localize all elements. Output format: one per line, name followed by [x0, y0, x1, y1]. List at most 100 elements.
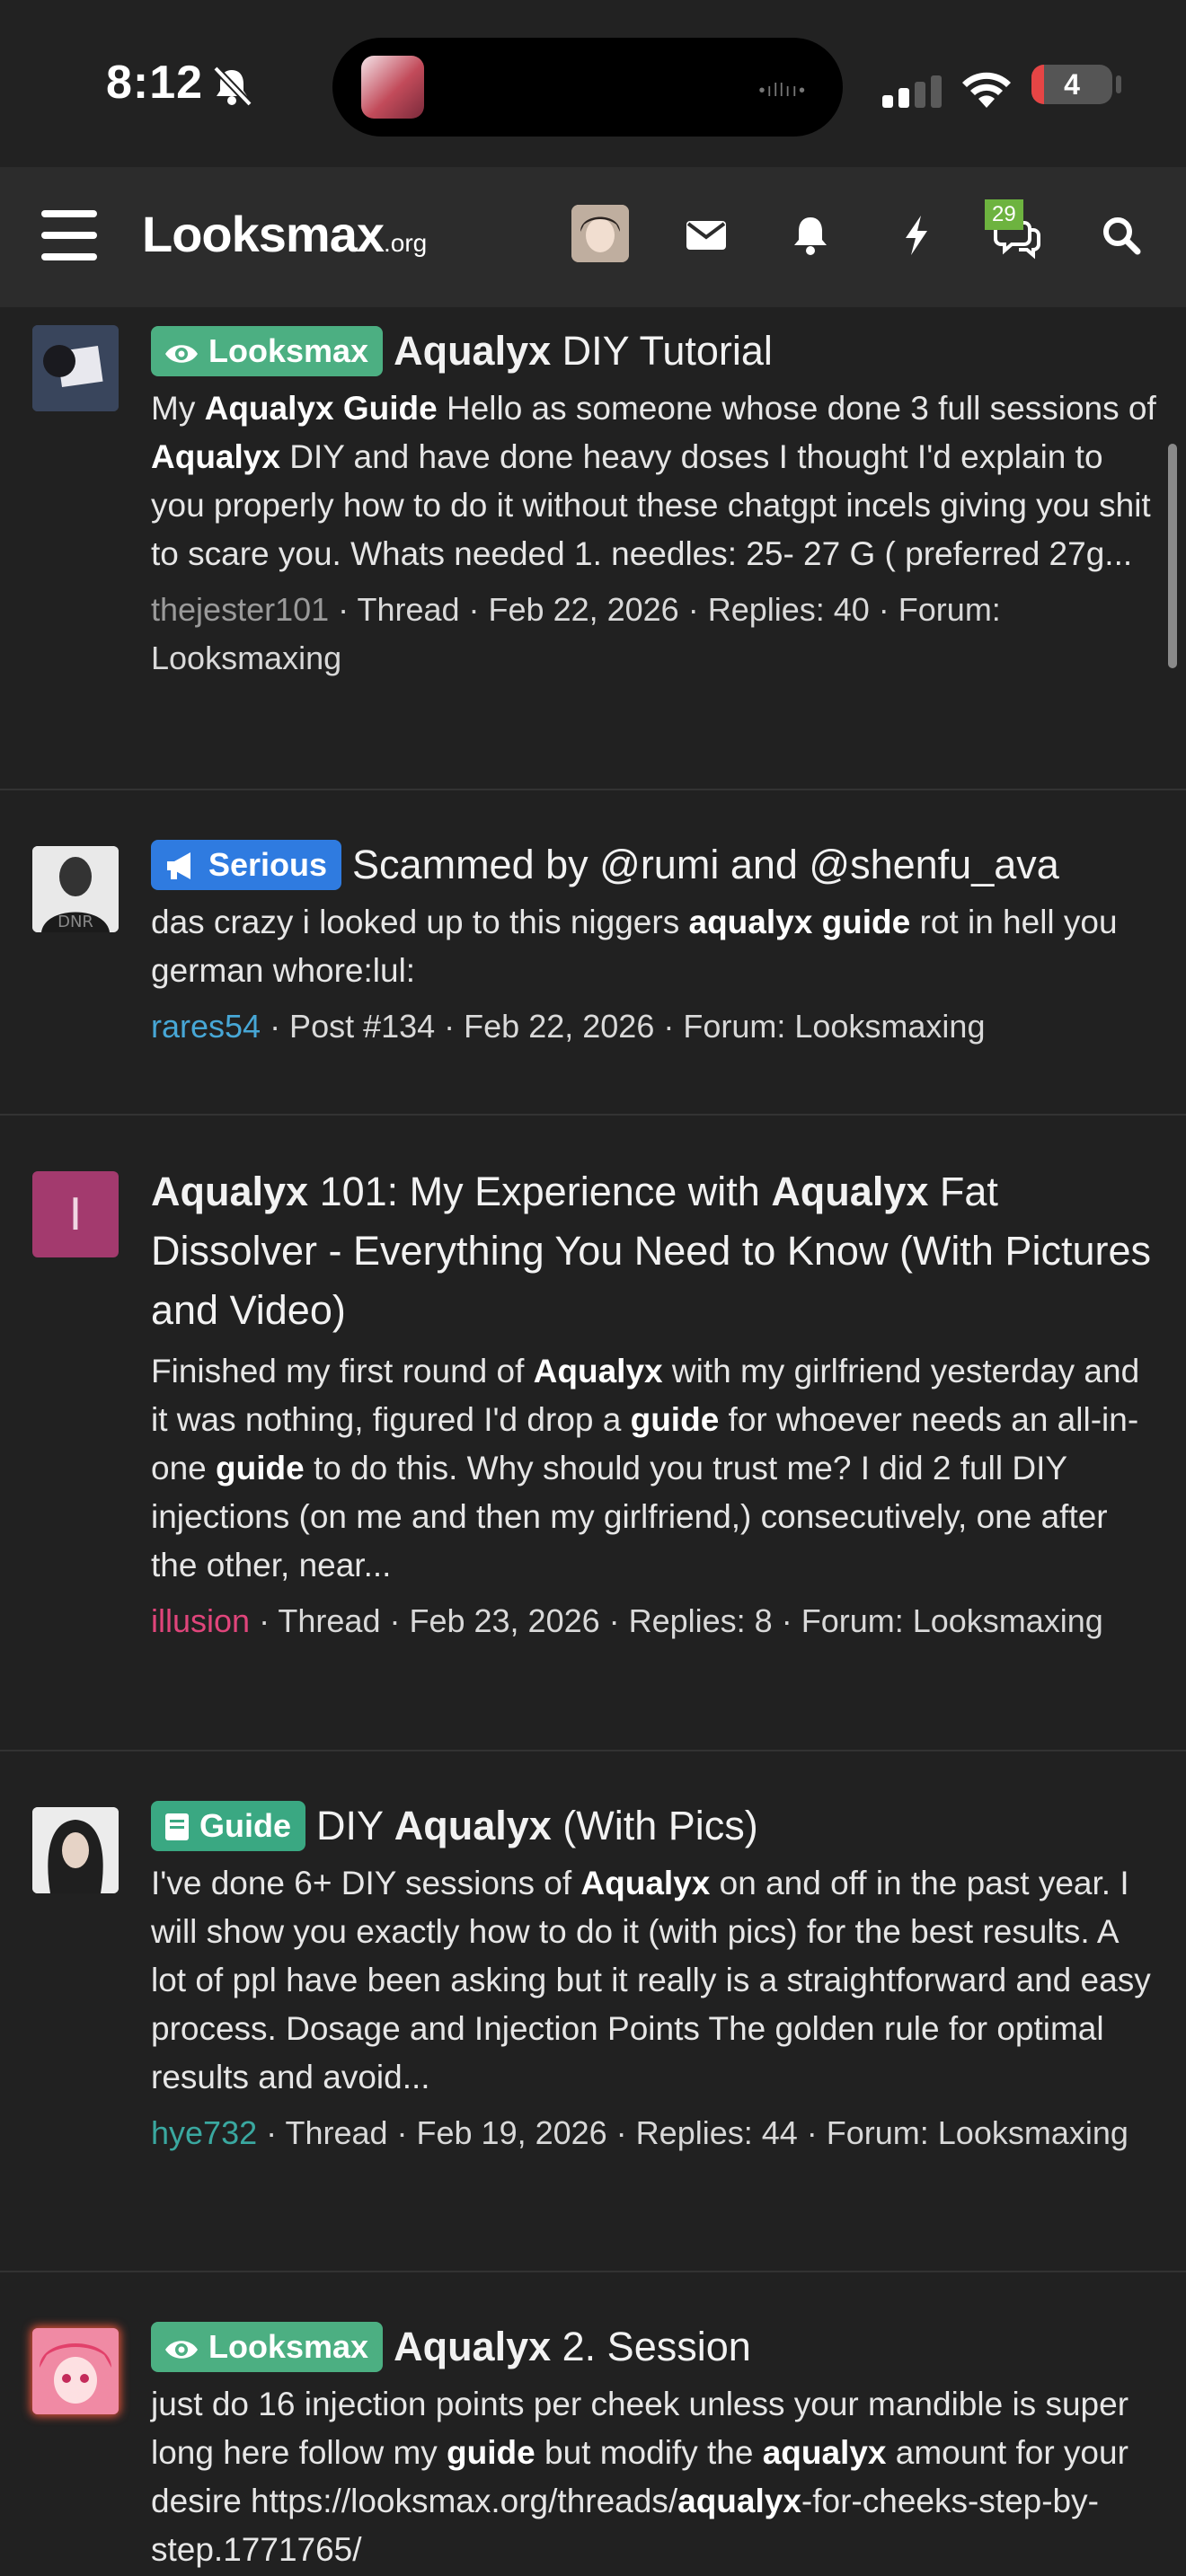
scrollbar[interactable]	[1168, 444, 1177, 668]
avatar-image: DNR	[32, 846, 119, 932]
cellular-signal-icon	[882, 75, 942, 108]
search-result[interactable]: Looksmax Aqualyx 2. Session just do 16 i…	[0, 2271, 1186, 2576]
status-bar: 8:12 •ıllıı• 4	[0, 0, 1186, 167]
result-snippet: Finished my first round of Aqualyx with …	[151, 1347, 1157, 1590]
status-time: 8:12	[106, 57, 204, 109]
user-avatar[interactable]	[571, 205, 629, 262]
title-part: Scammed by @rumi and @shenfu_ava	[352, 842, 1059, 887]
snippet-part: Aqualyx Guide	[204, 390, 438, 427]
title-part: Aqualyx	[394, 1803, 552, 1848]
snippet-part: Aqualyx	[533, 1353, 663, 1389]
snippet-part: guide	[630, 1401, 720, 1438]
title-part: (With Pics)	[551, 1803, 758, 1848]
eye-icon	[165, 345, 198, 363]
thread-title[interactable]: DIY Aqualyx (With Pics)	[316, 1803, 758, 1848]
conversations-badge: 29	[985, 199, 1023, 230]
prefix-label: Guide	[199, 1807, 292, 1844]
snippet-part: Aqualyx	[580, 1865, 711, 1901]
snippet-part: aqualyx	[677, 2483, 801, 2519]
title-part: DIY	[316, 1803, 394, 1848]
meta-details: · Post #134 · Feb 22, 2026 · Forum: Look…	[261, 1008, 986, 1045]
result-snippet: just do 16 injection points per cheek un…	[151, 2380, 1157, 2574]
envelope-icon[interactable]	[681, 210, 731, 260]
result-snippet: My Aqualyx Guide Hello as someone whose …	[151, 384, 1157, 578]
search-result[interactable]: Looksmax Aqualyx DIY Tutorial My Aqualyx…	[0, 307, 1186, 790]
author-link[interactable]: thejester101	[151, 591, 329, 628]
silent-bell-icon	[213, 66, 252, 107]
snippet-part: but modify the	[535, 2434, 763, 2471]
snippet-part: My	[151, 390, 205, 427]
title-part: 2. Session	[551, 2324, 751, 2369]
snippet-part: aqualyx	[762, 2434, 887, 2471]
search-icon[interactable]	[1096, 210, 1146, 260]
snippet-part: Aqualyx	[151, 438, 280, 475]
prefix-looksmax[interactable]: Looksmax	[151, 326, 384, 376]
result-meta: rares54 · Post #134 · Feb 22, 2026 · For…	[151, 1002, 1157, 1051]
author-link[interactable]: illusion	[151, 1602, 250, 1639]
prefix-label: Looksmax	[208, 332, 369, 369]
snippet-part: das crazy i looked up to this niggers	[151, 904, 689, 940]
result-meta: hye732 · Thread · Feb 19, 2026 · Replies…	[151, 2109, 1157, 2157]
author-avatar[interactable]	[32, 2328, 119, 2414]
avatar-letter: I	[68, 1188, 83, 1240]
meta-details: · Thread · Feb 19, 2026 · Replies: 44 · …	[257, 2114, 1128, 2151]
book-icon	[165, 1813, 189, 1840]
lightning-icon[interactable]	[891, 210, 942, 260]
result-meta: thejester101 · Thread · Feb 22, 2026 · R…	[151, 586, 1157, 683]
title-part: Aqualyx	[394, 2324, 552, 2369]
snippet-part: DIY and have done heavy doses I thought …	[151, 438, 1151, 572]
snippet-part: Finished my first round of	[151, 1353, 534, 1389]
result-meta: illusion · Thread · Feb 23, 2026 · Repli…	[151, 1597, 1157, 1645]
site-logo[interactable]: Looksmax.org	[142, 205, 427, 263]
snippet-part: guide	[447, 2434, 535, 2471]
thread-title[interactable]: Scammed by @rumi and @shenfu_ava	[352, 842, 1059, 887]
thread-title[interactable]: Aqualyx 101: My Experience with Aqualyx …	[151, 1169, 1151, 1333]
search-result[interactable]: I Aqualyx 101: My Experience with Aqualy…	[0, 1114, 1186, 1751]
title-part: DIY Tutorial	[551, 328, 773, 374]
snippet-part: guide	[216, 1450, 305, 1486]
search-result[interactable]: Guide DIY Aqualyx (With Pics) I've done …	[0, 1750, 1186, 2272]
search-result[interactable]: DNR Serious Scammed by @rumi and @shenfu…	[0, 789, 1186, 1116]
logo-main: Looksmax	[142, 206, 385, 262]
prefix-guide[interactable]: Guide	[151, 1801, 306, 1851]
author-link[interactable]: hye732	[151, 2114, 257, 2151]
title-part: Aqualyx	[771, 1169, 929, 1214]
prefix-label: Serious	[208, 846, 328, 883]
avatar-image	[32, 2328, 119, 2414]
eye-icon	[165, 2341, 198, 2359]
thread-title[interactable]: Aqualyx 2. Session	[394, 2324, 751, 2369]
hamburger-menu-icon[interactable]	[41, 210, 97, 260]
author-avatar[interactable]	[32, 1807, 119, 1893]
battery-icon: 4	[1031, 65, 1112, 104]
snippet-part: aqualyx guide	[688, 904, 911, 940]
snippet-part: I've done 6+ DIY sessions of	[151, 1865, 581, 1901]
audio-waveform-icon: •ıllıı•	[758, 81, 807, 101]
battery-cap	[1116, 75, 1121, 93]
result-snippet: I've done 6+ DIY sessions of Aqualyx on …	[151, 1859, 1157, 2102]
author-avatar[interactable]	[32, 325, 119, 411]
prefix-looksmax[interactable]: Looksmax	[151, 2322, 384, 2372]
megaphone-icon	[167, 852, 190, 879]
author-avatar[interactable]: I	[32, 1171, 119, 1257]
meta-details: · Thread · Feb 23, 2026 · Replies: 8 · F…	[250, 1602, 1103, 1639]
author-avatar[interactable]: DNR	[32, 846, 119, 932]
bell-icon[interactable]	[785, 210, 836, 260]
prefix-label: Looksmax	[208, 2328, 369, 2365]
prefix-serious[interactable]: Serious	[151, 840, 342, 890]
battery-level: 4	[1064, 68, 1080, 101]
result-snippet: das crazy i looked up to this niggers aq…	[151, 898, 1157, 995]
live-activity-app-icon	[361, 56, 424, 119]
title-part: 101: My Experience with	[308, 1169, 772, 1214]
title-part: Aqualyx	[151, 1169, 309, 1214]
avatar-image	[571, 205, 629, 262]
thread-title[interactable]: Aqualyx DIY Tutorial	[394, 328, 773, 374]
dynamic-island: •ıllıı•	[332, 38, 843, 137]
wifi-icon	[962, 72, 1011, 108]
site-navbar: Looksmax.org 29	[0, 167, 1186, 307]
author-link[interactable]: rares54	[151, 1008, 261, 1045]
logo-suffix: .org	[384, 229, 428, 257]
title-part: Aqualyx	[394, 328, 552, 374]
avatar-image	[32, 325, 119, 411]
svg-text:DNR: DNR	[58, 913, 93, 931]
snippet-part: Hello as someone whose done 3 full sessi…	[437, 390, 1156, 427]
